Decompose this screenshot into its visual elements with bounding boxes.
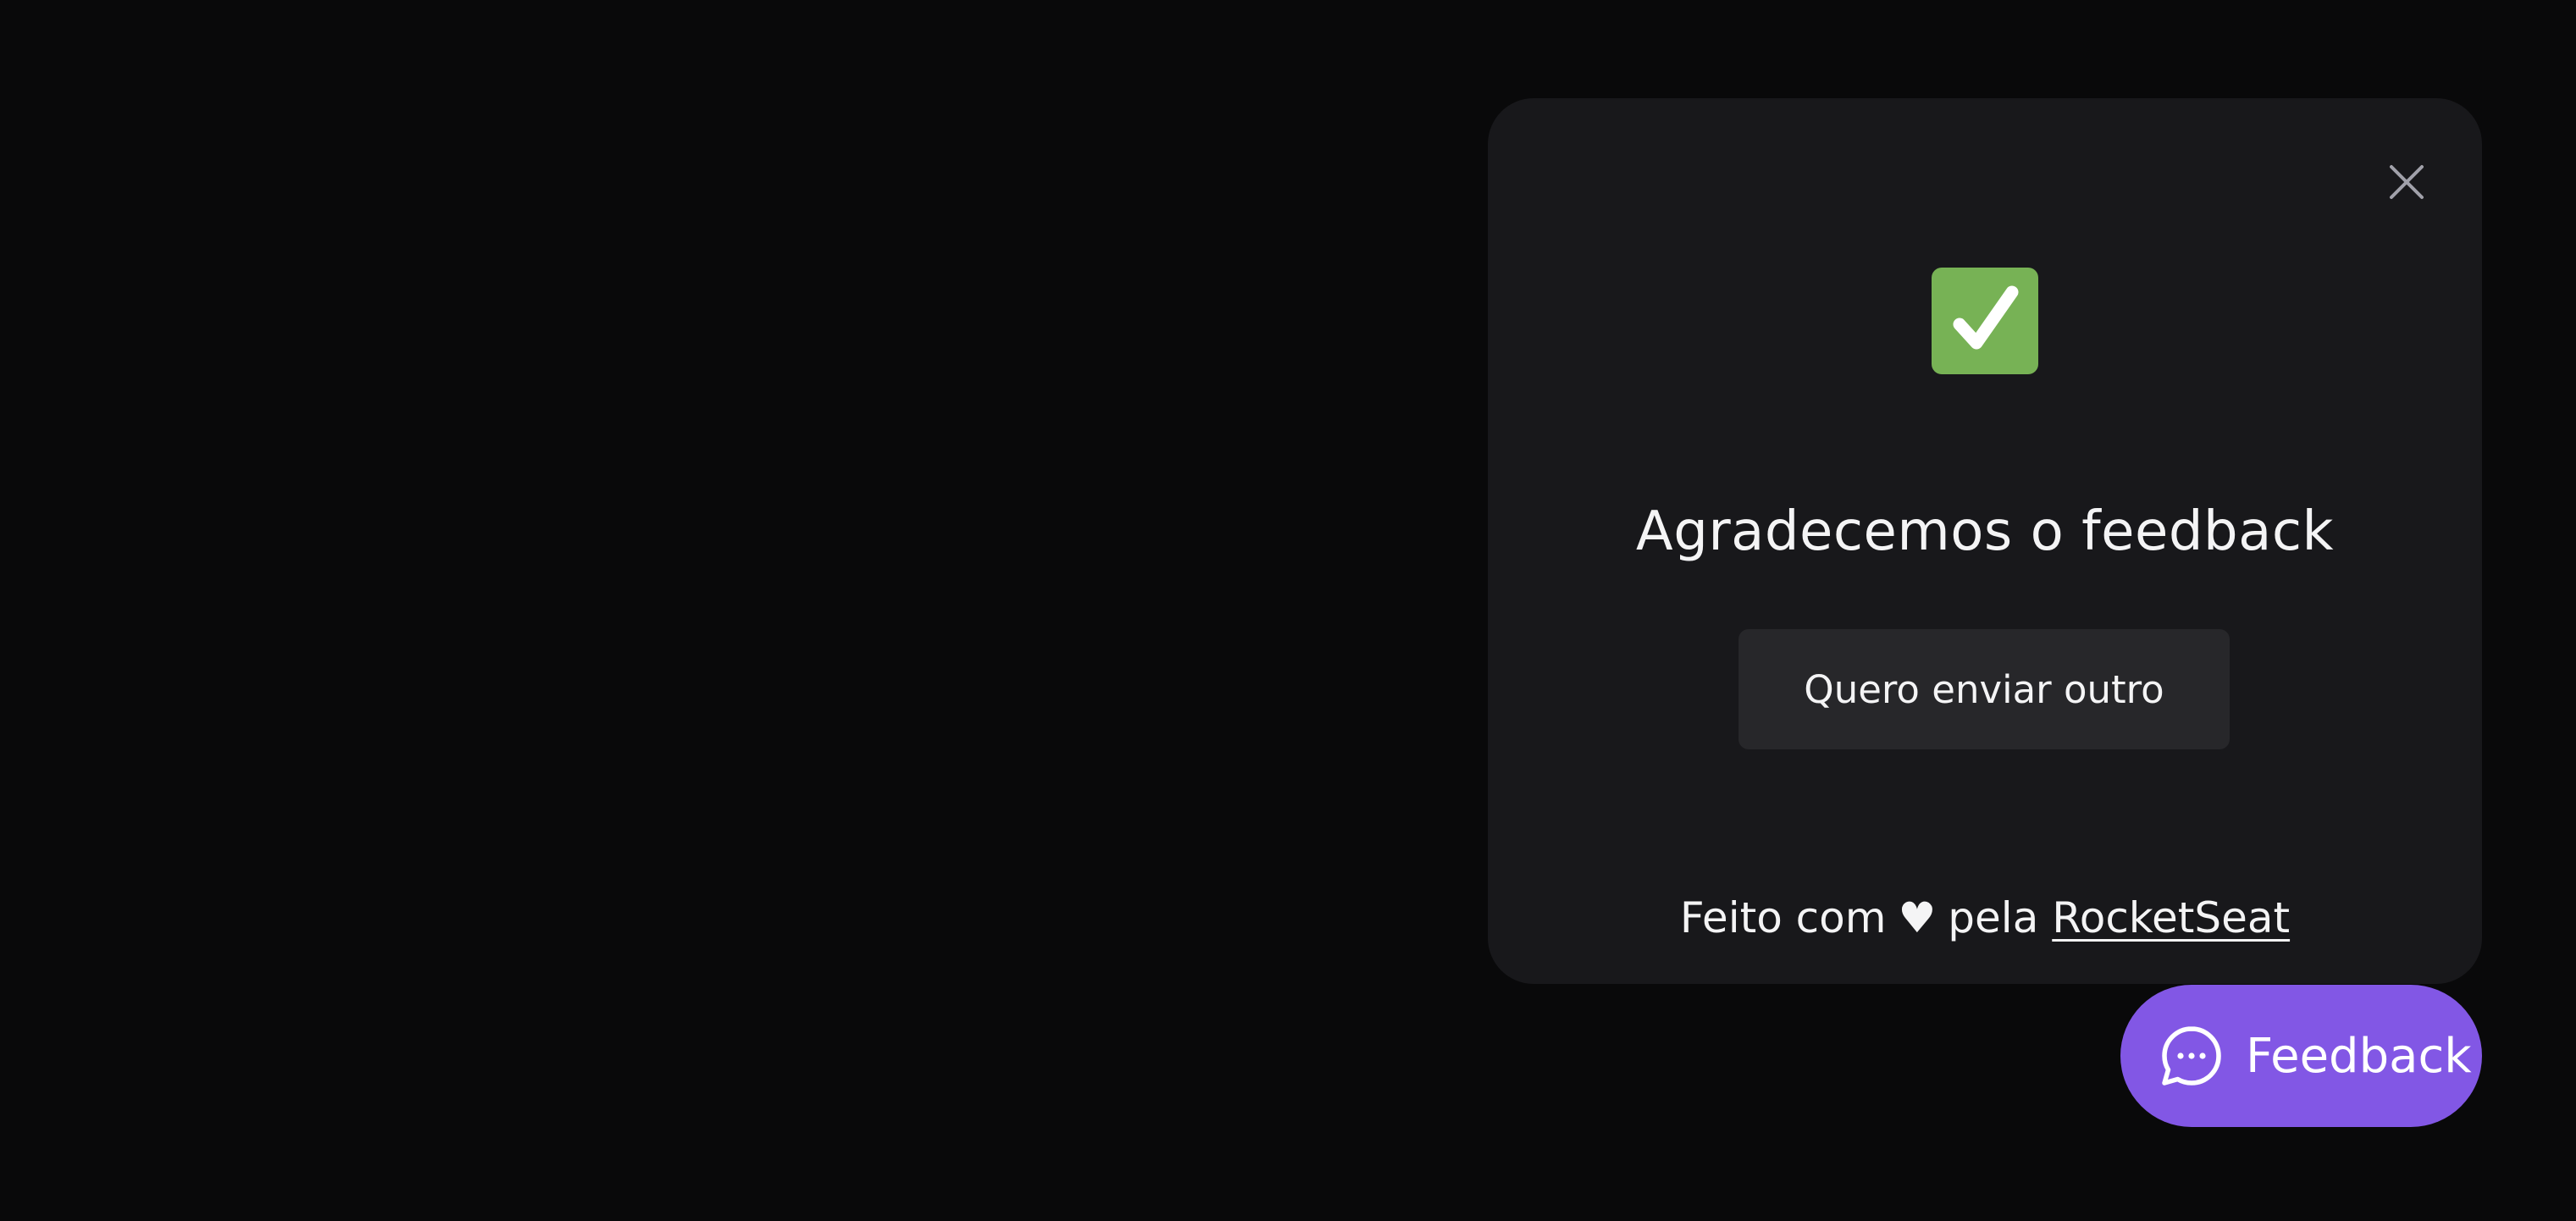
footer-middle: pela [1948,893,2039,942]
rocketseat-link[interactable]: RocketSeat [2052,893,2290,942]
close-button[interactable] [2375,151,2438,213]
check-mark-icon [1932,268,2038,374]
feedback-widget-card: Agradecemos o feedback Quero enviar outr… [1488,98,2482,984]
chat-bubble-icon [2159,1024,2224,1088]
footer-prefix: Feito com [1679,893,1887,942]
footer: Feito com ♥ pela RocketSeat [1488,876,2482,960]
heart-icon: ♥ [1898,893,1937,942]
feedback-launcher-button[interactable]: Feedback [2120,985,2482,1127]
send-another-label: Quero enviar outro [1804,666,2164,712]
send-another-button[interactable]: Quero enviar outro [1739,629,2230,749]
success-title: Agradecemos o feedback [1635,500,2335,563]
close-icon [2390,165,2424,199]
feedback-launcher-label: Feedback [2246,1028,2472,1084]
page: Agradecemos o feedback Quero enviar outr… [0,0,2576,1221]
